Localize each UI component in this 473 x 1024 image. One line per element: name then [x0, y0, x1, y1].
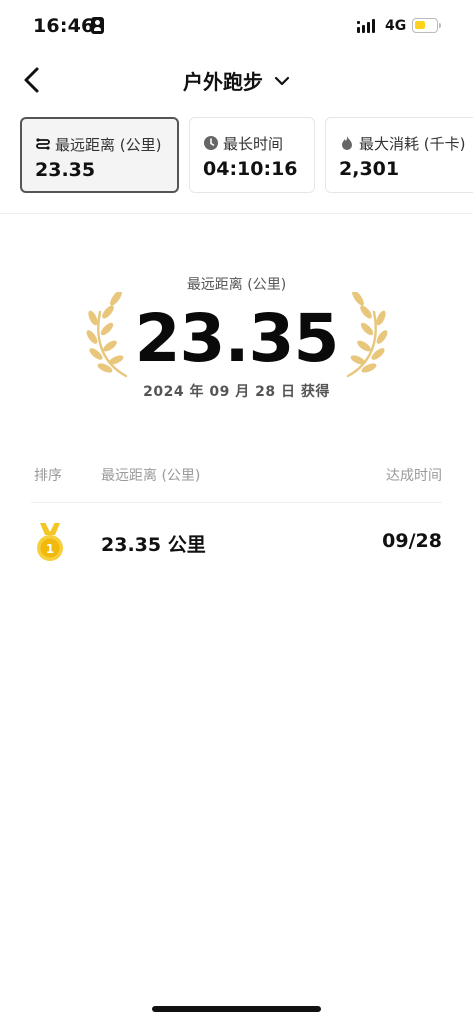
tab-value: 23.35 — [35, 159, 96, 181]
flame-icon — [342, 136, 352, 150]
battery-icon — [412, 18, 441, 33]
tab-label: 最远距离 (公里) — [55, 136, 162, 154]
sport-type-selector[interactable]: 户外跑步 — [0, 66, 473, 95]
tab-longest-time[interactable]: 最长时间 04:10:16 — [189, 117, 315, 193]
route-icon — [36, 138, 50, 150]
section-divider — [0, 213, 473, 214]
hero-record-value: 23.35 — [134, 300, 340, 377]
clock-icon — [204, 136, 218, 150]
tab-label: 最大消耗 (千卡) — [359, 135, 466, 153]
table-row[interactable]: 1 23.35 公里 09/28 — [0, 520, 473, 566]
tab-max-calories[interactable]: 最大消耗 (千卡) 2,301 — [325, 117, 473, 193]
chevron-down-icon[interactable] — [274, 73, 290, 89]
page-title[interactable]: 户外跑步 — [183, 66, 263, 95]
tab-farthest-distance[interactable]: 最远距离 (公里) 23.35 — [20, 117, 179, 193]
home-indicator[interactable] — [152, 1006, 321, 1012]
table-header: 排序 最远距离 (公里) 达成时间 — [0, 465, 473, 487]
status-bar: 16:46 4G — [0, 0, 473, 54]
record-tabs: 最远距离 (公里) 23.35 最长时间 04:10:16 最大消耗 (千卡) … — [20, 117, 473, 193]
column-header-distance: 最远距离 (公里) — [101, 468, 201, 484]
tab-value: 2,301 — [339, 158, 400, 180]
row-date: 09/28 — [382, 530, 442, 552]
table-divider — [31, 502, 442, 503]
column-header-rank: 排序 — [34, 468, 62, 484]
tab-value: 04:10:16 — [203, 158, 298, 180]
hero-label: 最远距离 (公里) — [186, 277, 287, 293]
nav-bar: 户外跑步 — [0, 58, 473, 102]
svg-text:1: 1 — [46, 542, 54, 556]
hero-record-date: 2024 年 09 月 28 日 获得 — [143, 384, 330, 400]
column-header-time: 达成时间 — [386, 468, 442, 484]
tab-label: 最长时间 — [223, 135, 284, 153]
gold-medal-icon: 1 — [37, 523, 63, 561]
row-distance: 23.35 公里 — [101, 534, 206, 556]
contact-badge-icon — [91, 17, 104, 34]
cellular-signal-icon — [357, 19, 375, 33]
network-type: 4G — [385, 18, 407, 34]
status-time: 16:46 — [33, 15, 95, 37]
